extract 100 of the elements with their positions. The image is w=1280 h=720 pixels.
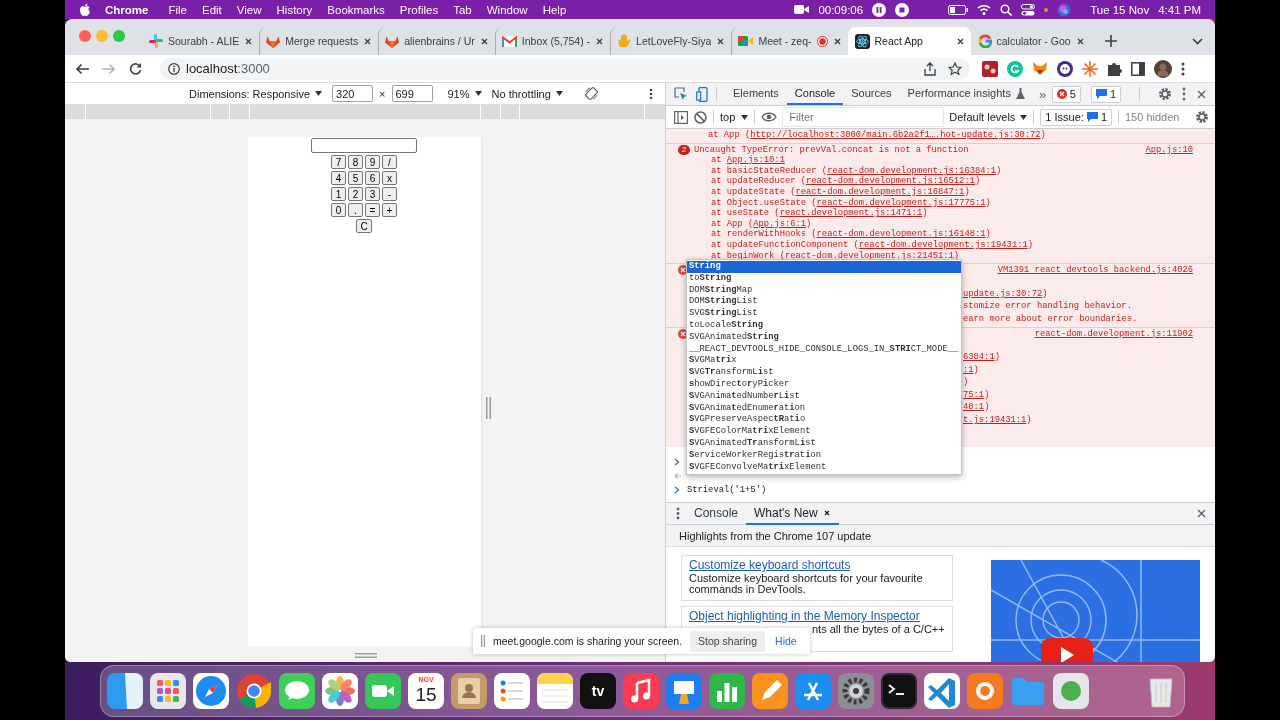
circle-logo-icon[interactable] [236,673,272,709]
rotate-icon[interactable] [584,87,598,100]
filter-field[interactable]: Filter [783,108,944,126]
close-icon[interactable] [479,36,489,46]
source-link[interactable]: update.js:30:72 [963,288,1043,299]
menu-item[interactable]: Profiles [399,3,439,16]
source-link[interactable]: App.js:10:1 [726,155,785,166]
source-link[interactable]: react-dom.development.js:17775:1 [816,197,986,208]
tv-app-icon[interactable]: tv [580,673,616,709]
inspect-icon[interactable] [674,87,688,101]
source-link[interactable]: VM1391 react devtools backend.js:4026 [997,265,1193,276]
source-link[interactable]: http://localhost:3000/main.6b2a2f1….hot-update.js:30:72 [750,130,1041,140]
browser-tab[interactable]: calculator - Goo [970,27,1091,55]
close-icon[interactable] [716,36,726,46]
dimensions-dropdown[interactable]: Dimensions: Responsive [189,87,311,100]
calculator-key[interactable]: 1 [331,187,346,201]
panel-tab[interactable]: Elements [725,83,787,105]
resize-handle-icon[interactable] [486,397,491,419]
clear-console-icon[interactable] [694,110,707,124]
calculator-key[interactable]: 2 [348,187,363,201]
suggestion-item[interactable]: __REACT_DEVTOOLS_HIDE_CONSOLE_LOGS_IN_STRICT_MODE__ [687,343,961,356]
toggle-switches-icon[interactable] [1021,3,1036,16]
calculator-key[interactable]: 4 [331,171,346,185]
calculator-key[interactable]: 0 [331,203,346,217]
console-input[interactable]: Strieval('1+5') [687,483,767,497]
close-icon[interactable] [955,36,965,46]
menu-item[interactable]: Edit [202,3,222,16]
source-link[interactable]: react-dom.development.js:16384:1 [827,165,997,176]
close-icon[interactable] [244,36,254,46]
source-link[interactable]: App.js:6:1 [753,218,807,229]
source-link[interactable]: react.development.js:1471:1 [779,208,923,219]
source-link[interactable]: t.js:19431:1 [963,415,1027,426]
search-icon[interactable] [1000,3,1013,16]
calculator-key[interactable]: + [382,203,397,217]
device-toggle-icon[interactable] [696,86,708,102]
suggestion-item[interactable]: SVGFEConvolveMatrixElement [687,461,961,474]
menu-item[interactable]: Help [542,3,567,16]
calculator-key[interactable]: 8 [348,155,363,169]
speech-bubble-icon[interactable] [279,673,315,709]
extension-icon[interactable] [982,60,998,77]
source-link[interactable]: react-dom.development.js:16512:1 [806,176,975,187]
close-icon[interactable] [363,36,373,46]
levels-dropdown[interactable]: Default levels [949,111,1028,123]
menu-item[interactable]: File [168,3,187,16]
video-camera-icon[interactable] [794,4,810,15]
width-field[interactable]: 320 [332,85,374,102]
app-grid-icon[interactable] [150,673,186,709]
address-book-icon[interactable] [451,673,487,709]
code-editor-icon[interactable] [924,673,960,709]
source-link[interactable]: 6384:1 [963,352,995,363]
address-bar[interactable]: localhost:3000 [160,57,970,80]
more-options-icon[interactable] [1181,61,1185,76]
throttling-dropdown[interactable]: No throttling [491,87,551,100]
close-icon[interactable] [595,36,605,46]
battery-icon[interactable] [948,4,969,15]
suggestion-item[interactable]: SVGFEColorMatrixElement [687,426,961,438]
browser-tab[interactable]: React App [847,27,971,55]
drag-handle-icon[interactable] [481,635,485,647]
height-field[interactable]: 699 [391,85,433,102]
sparkle-icon[interactable] [1082,60,1098,77]
calculator-key[interactable]: 9 [365,155,380,169]
suggestion-item[interactable]: DOMStringMap [687,284,961,297]
reload-icon[interactable] [129,62,142,75]
video-camera-icon[interactable] [365,673,401,709]
message-count-badge[interactable]: 1 [1090,85,1121,103]
gear-icon[interactable] [838,673,874,709]
suggestion-item[interactable]: showDirectoryPicker [687,378,961,391]
calculator-key[interactable]: 5 [348,171,363,185]
calculator-key[interactable]: = [365,203,380,217]
browser-tab[interactable]: Sourabh - ALIE [143,27,260,55]
error-count-badge[interactable]: 5 [1051,85,1081,103]
back-arrow-icon[interactable] [75,62,89,75]
calculator-key[interactable]: x [382,171,397,185]
terminal-icon[interactable] [881,673,917,709]
flower-icon[interactable] [322,673,358,709]
drawer-tab[interactable]: Console [686,502,747,525]
suggestion-item[interactable]: SVGTransformList [687,367,961,379]
source-link[interactable]: 75:1 [963,389,985,400]
feature-link[interactable]: Customize keyboard shortcuts [689,558,946,572]
panel-tab[interactable]: Sources [843,83,900,105]
bar-chart-icon[interactable] [709,673,745,709]
more-options-icon[interactable] [1182,87,1186,101]
stop-icon[interactable] [895,2,910,17]
more-options-icon[interactable] [676,507,680,520]
suggestion-item[interactable]: String [687,261,961,273]
notepad-icon[interactable] [537,673,573,709]
menu-item[interactable]: View [236,3,262,16]
checklist-icon[interactable] [494,673,530,709]
suggestion-item[interactable]: SVGMatrix [687,355,961,368]
avatar-icon[interactable] [1154,59,1172,78]
pen-icon[interactable] [752,673,788,709]
source-link[interactable]: react-dom.development.js:16148:1 [816,229,986,240]
calculator-key[interactable]: 7 [331,155,346,169]
calculator-key[interactable]: 6 [365,171,380,185]
sidebar-icon[interactable] [674,110,688,124]
source-link[interactable]: App.js:10 [1145,144,1193,156]
settings-icon[interactable] [1158,87,1172,101]
music-note-icon[interactable] [623,673,659,709]
source-link[interactable]: :1 [963,364,974,375]
source-link[interactable]: react-dom.development.js:11902 [1034,328,1193,340]
